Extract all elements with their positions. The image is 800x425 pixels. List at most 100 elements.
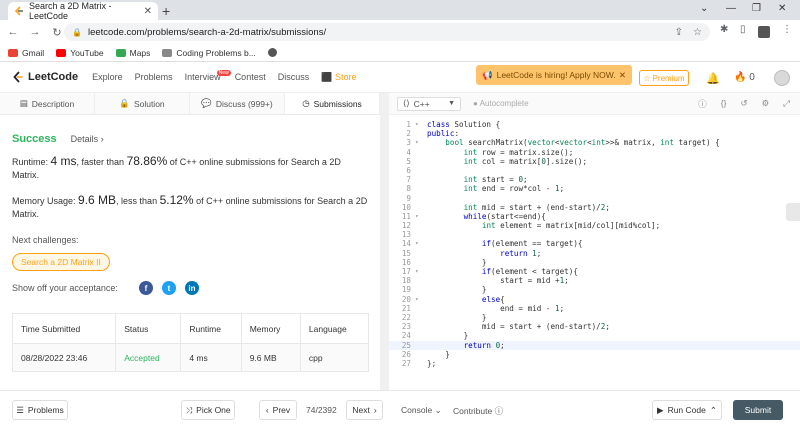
cell-status-link[interactable]: Accepted <box>115 343 182 372</box>
twitter-icon[interactable]: t <box>161 281 176 295</box>
autocomplete-toggle[interactable]: ● Autocomplete <box>473 99 529 108</box>
bookmark-coding-problems[interactable]: Coding Problems b... <box>162 48 256 58</box>
discuss-icon: 💬 <box>201 98 212 108</box>
extensions-icon[interactable]: ✱ <box>720 24 728 35</box>
nav-store[interactable]: ⬛ Store <box>321 72 356 83</box>
result-header: Success Details › <box>12 133 368 145</box>
code-text: return 0; <box>463 340 505 350</box>
bookmark-youtube[interactable]: YouTube <box>56 48 104 58</box>
line-number: 2 <box>406 129 411 139</box>
console-toggle[interactable]: Console ⌄ <box>401 405 442 416</box>
hiring-banner[interactable]: 📢 LeetCode is hiring! Apply NOW. ✕ <box>476 65 632 85</box>
language-select[interactable]: ⟨⟩ C++ ▼ <box>397 96 461 111</box>
code-text: } <box>427 331 469 341</box>
settings-icon[interactable]: ⚙ <box>762 98 770 110</box>
bookmark-maps[interactable]: Maps <box>115 48 150 58</box>
tab-discuss[interactable]: 💬 Discuss (999+) <box>190 93 285 114</box>
notification-bell-icon[interactable]: 🔔 <box>706 72 720 85</box>
fold-gutter <box>415 148 427 157</box>
table-header: Time Submitted Status Runtime Memory Lan… <box>11 313 370 344</box>
nav-explore[interactable]: Explore <box>92 72 123 83</box>
store-icon: ⬛ <box>321 71 333 82</box>
code-line: 13 <box>389 230 800 239</box>
line-number: 13 <box>401 230 411 240</box>
page-indicator: 74/2392 <box>306 405 337 415</box>
close-window-icon[interactable]: ✕ <box>778 3 786 14</box>
avatar[interactable] <box>774 70 790 86</box>
code-text: public: <box>427 129 460 139</box>
code-text: } <box>427 257 487 267</box>
code-line: 4 int row = matrix.size(); <box>389 148 800 157</box>
code-text: return 1; <box>500 248 542 258</box>
fold-arrow-icon[interactable]: ▾ <box>415 120 427 129</box>
bookmark-gmail[interactable]: Gmail <box>8 48 44 58</box>
braces-icon[interactable]: {} <box>721 98 727 110</box>
facebook-icon[interactable]: f <box>138 281 153 295</box>
nav-problems[interactable]: Problems <box>135 72 173 83</box>
details-link[interactable]: Details › <box>71 134 104 144</box>
fold-arrow-icon[interactable]: ▾ <box>415 295 427 304</box>
linkedin-icon[interactable]: in <box>184 281 199 295</box>
lock-icon[interactable]: 🔒 <box>72 28 82 37</box>
code-text: int end = row*col - 1; <box>463 184 565 194</box>
profile-icon[interactable] <box>758 26 770 38</box>
close-banner-icon[interactable]: ✕ <box>619 70 626 81</box>
share-row: Show off your acceptance: f t in <box>12 281 368 295</box>
code-line: 12 int element = matrix[mid/col][mid%col… <box>389 221 800 230</box>
close-tab-icon[interactable]: ✕ <box>144 6 152 17</box>
chevron-down-icon: ▼ <box>448 100 455 107</box>
code-line: 27}; <box>389 359 800 368</box>
bookmark-globe[interactable] <box>267 48 277 57</box>
coins-indicator[interactable]: 🔥 0 <box>734 72 755 83</box>
code-line: 19 } <box>389 285 800 294</box>
premium-button[interactable]: ☆ Premium <box>639 70 689 86</box>
chevron-down-icon[interactable]: ⌄ <box>700 3 708 14</box>
next-challenge-chip[interactable]: Search a 2D Matrix II <box>12 253 110 271</box>
editor-toolbar: ⟨⟩ C++ ▼ ● Autocomplete ⓘ {} ↺ ⚙ ⤢ <box>389 93 800 115</box>
line-number: 8 <box>406 184 411 194</box>
new-tab-icon[interactable]: + <box>162 3 170 19</box>
problems-button[interactable]: ☰ Problems <box>12 400 68 420</box>
tab-solution[interactable]: 🔒 Solution <box>95 93 190 114</box>
prev-button[interactable]: ‹ Prev <box>259 400 297 420</box>
share-icon[interactable]: ⇪ <box>675 27 683 38</box>
panel-resize-handle[interactable] <box>380 93 389 390</box>
code-line: 7 int start = 0; <box>389 175 800 184</box>
fold-arrow-icon[interactable]: ▾ <box>415 212 427 221</box>
restore-icon[interactable]: ❐ <box>752 3 761 14</box>
nav-discuss[interactable]: Discuss <box>278 72 310 83</box>
back-icon[interactable]: ← <box>4 26 22 38</box>
fold-arrow-icon[interactable]: ▾ <box>415 138 427 147</box>
fold-arrow-icon[interactable]: ▾ <box>415 267 427 276</box>
contribute-link[interactable]: Contribute ⓘ <box>453 405 503 417</box>
nav-interview[interactable]: InterviewNew <box>185 69 235 83</box>
line-number: 7 <box>406 175 411 185</box>
fold-gutter <box>415 285 427 294</box>
fullscreen-icon[interactable]: ⤢ <box>783 98 790 110</box>
bookmark-star-icon[interactable]: ☆ <box>693 27 702 38</box>
browser-tab[interactable]: Search a 2D Matrix - LeetCode ✕ <box>8 1 158 21</box>
minimize-icon[interactable]: — <box>726 3 736 14</box>
leetcode-logo[interactable]: LeetCode <box>12 71 78 83</box>
sidebar-icon[interactable]: ▯ <box>740 24 746 35</box>
code-text: } <box>427 312 487 322</box>
maps-icon <box>115 48 126 57</box>
submit-button[interactable]: Submit <box>733 400 783 420</box>
tab-submissions[interactable]: ◷ Submissions <box>285 93 380 114</box>
nav-contest[interactable]: Contest <box>235 72 266 83</box>
run-code-button[interactable]: ▶ Run Code ⌃ <box>652 400 722 420</box>
menu-dots-icon[interactable]: ⋮ <box>782 24 792 35</box>
code-line: 16 } <box>389 258 800 267</box>
pick-one-button[interactable]: ⤨ Pick One <box>181 400 235 420</box>
info-icon[interactable]: ⓘ <box>698 98 707 110</box>
tab-description[interactable]: ▤ Description <box>0 93 95 114</box>
forward-icon[interactable]: → <box>26 26 44 38</box>
code-area[interactable]: 1 ▾ class Solution {2 public: 3 ▾ bool search… <box>389 120 800 368</box>
next-button[interactable]: Next › <box>346 400 383 420</box>
side-panel-toggle[interactable] <box>786 203 800 221</box>
reset-icon[interactable]: ↺ <box>740 98 747 110</box>
chevron-up-icon: ⌃ <box>709 404 717 415</box>
list-icon: ☰ <box>16 404 24 415</box>
url-bar[interactable]: 🔒 leetcode.com/problems/search-a-2d-matr… <box>64 23 710 41</box>
fold-arrow-icon[interactable]: ▾ <box>415 239 427 248</box>
